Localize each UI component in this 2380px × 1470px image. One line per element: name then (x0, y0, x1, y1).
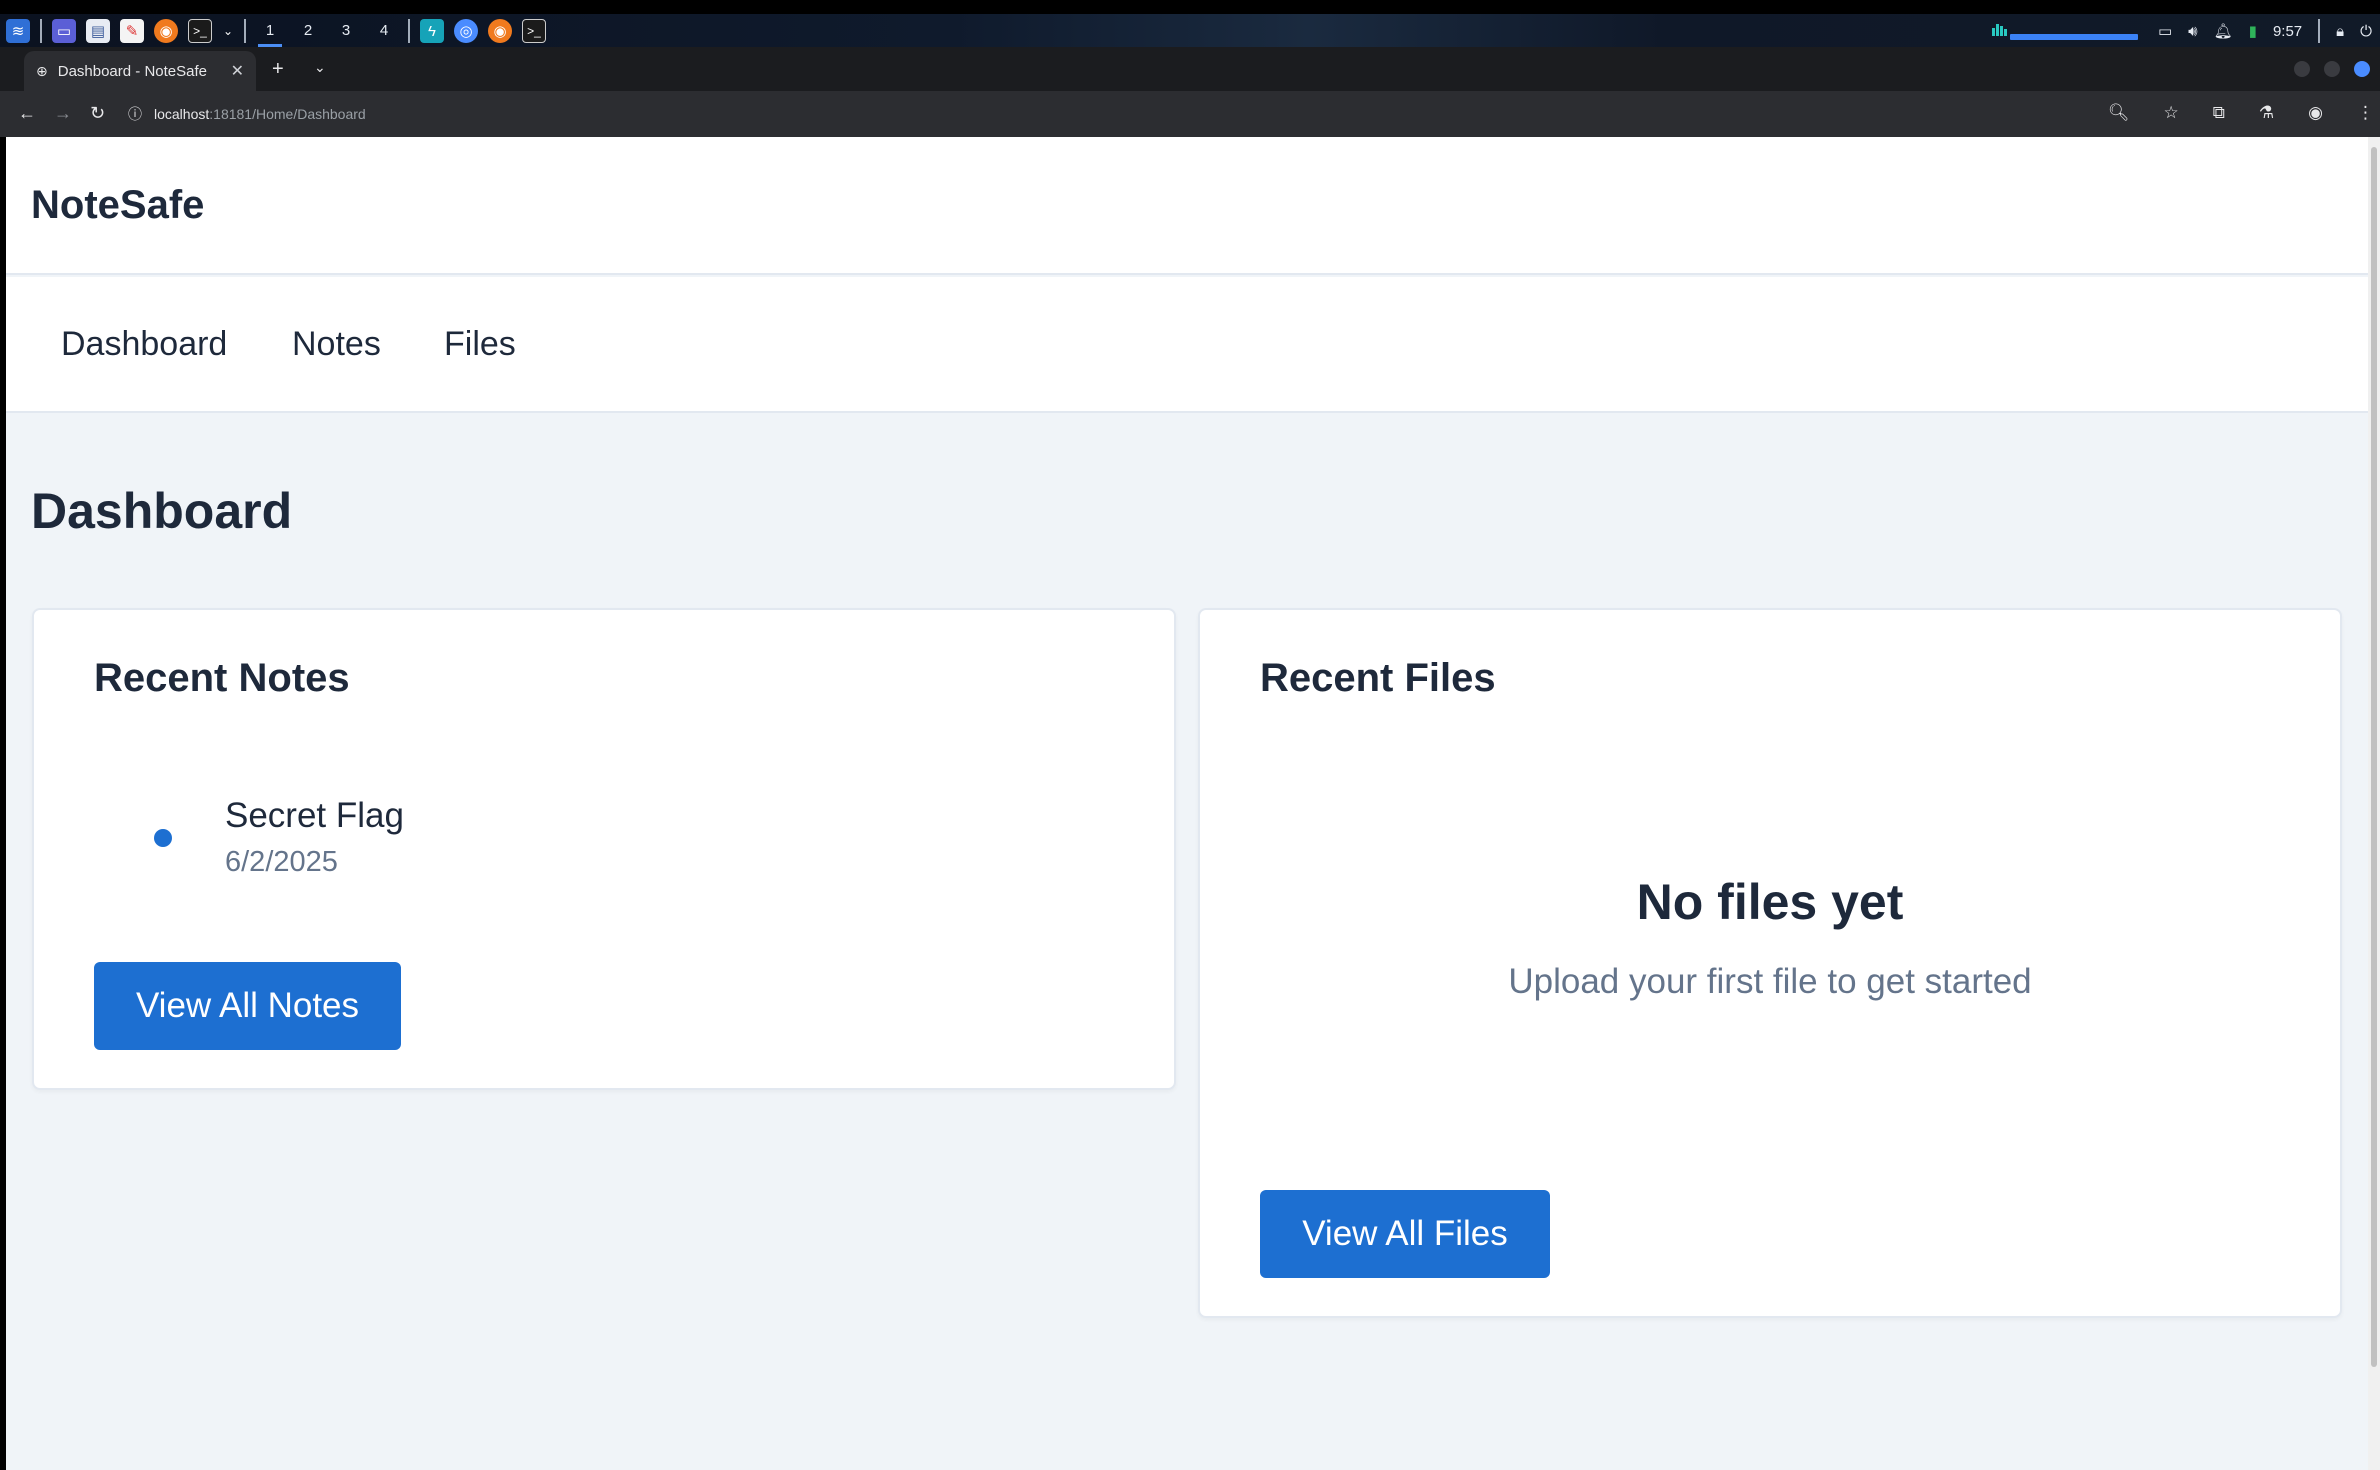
app-header: NoteSafe (6, 137, 2368, 275)
scrollbar-thumb[interactable] (2371, 147, 2377, 1367)
page-viewport: NoteSafe Dashboard Notes Files Dashboard… (6, 137, 2368, 1470)
empty-state-title: No files yet (1636, 874, 1904, 930)
site-info-icon[interactable]: ⓘ (128, 104, 142, 124)
forward-arrow-icon[interactable]: → (54, 103, 72, 123)
text-editor-icon[interactable]: ✎ (120, 19, 144, 43)
lock-icon[interactable]: 🔒︎ (2336, 23, 2344, 40)
brand-logo[interactable]: NoteSafe (31, 183, 204, 228)
chevron-down-icon[interactable]: ⌄ (222, 19, 234, 43)
window-controls (2294, 61, 2370, 77)
star-icon[interactable]: ☆ (2164, 103, 2179, 123)
url-host: localhost (154, 106, 210, 122)
terminal-icon[interactable]: >_ (188, 19, 212, 43)
recent-notes-card: Recent Notes Secret Flag 6/2/2025 View A… (32, 608, 1176, 1090)
bolt-app-icon[interactable]: ϟ (420, 19, 444, 43)
recent-files-card: Recent Files No files yet Upload your fi… (1198, 608, 2342, 1318)
desktop-icon[interactable]: ▭ (52, 19, 76, 43)
system-tray: ▭ 🔊︎ 🔔︎ ▮ 9:57 🔒︎ ⏻ (1991, 18, 2372, 44)
list-item[interactable]: Secret Flag 6/2/2025 (154, 796, 654, 886)
workspace-3[interactable]: 3 (332, 18, 360, 44)
url-path: :18181/Home/Dashboard (209, 106, 366, 122)
taskbar-separator (408, 19, 410, 43)
power-icon[interactable]: ⏻ (2360, 23, 2372, 40)
workspace-2[interactable]: 2 (294, 18, 322, 44)
clock[interactable]: 9:57 (2273, 23, 2302, 40)
main-nav: Dashboard Notes Files (6, 277, 2368, 413)
taskbar-separator (40, 19, 42, 43)
recent-notes-title: Recent Notes (94, 656, 350, 700)
screen-icon[interactable]: ▭ (2158, 22, 2172, 40)
empty-state-subtitle: Upload your first file to get started (1508, 962, 2032, 1001)
page-scrollbar[interactable] (2368, 137, 2380, 1470)
app-menu-icon[interactable]: ≋ (6, 19, 30, 43)
taskbar-launchers: ≋ ▭ ▤ ✎ ◉ >_ ⌄ 1 2 3 4 ϟ ◎ ◉ >_ (6, 18, 546, 47)
browser-tab[interactable]: ⊕ Dashboard - NoteSafe ✕ (24, 51, 256, 91)
address-bar[interactable]: ⓘ localhost:18181/Home/Dashboard (128, 98, 2088, 130)
globe-icon: ⊕ (36, 62, 48, 79)
minimize-button[interactable] (2294, 61, 2310, 77)
workspace-4[interactable]: 4 (370, 18, 398, 44)
taskbar-separator (244, 19, 246, 43)
menu-kebab-icon[interactable]: ⋮ (2357, 103, 2374, 123)
recent-files-title: Recent Files (1260, 656, 1496, 700)
close-icon[interactable]: ✕ (231, 61, 244, 81)
zoom-icon[interactable]: 🔍︎ (2108, 103, 2130, 123)
toolbar-actions: 🔍︎ ☆ ⧉ ⚗︎ ◉ ⋮ (2108, 103, 2374, 123)
chrome-icon[interactable]: ◎ (454, 19, 478, 43)
bullet-icon (154, 829, 172, 847)
maximize-button[interactable] (2324, 61, 2340, 77)
note-title[interactable]: Secret Flag (225, 796, 404, 836)
browser-toolbar: ← → ↻ ⓘ localhost:18181/Home/Dashboard 🔍… (0, 91, 2380, 137)
network-meter (1991, 22, 2142, 40)
terminal-icon[interactable]: >_ (522, 19, 546, 43)
back-arrow-icon[interactable]: ← (18, 103, 36, 123)
new-tab-button[interactable]: + (272, 59, 284, 79)
chevron-down-icon[interactable]: ⌄ (314, 59, 326, 76)
tab-title: Dashboard - NoteSafe (57, 62, 207, 80)
window-close-button[interactable] (2354, 61, 2370, 77)
browser-tabstrip: ⊕ Dashboard - NoteSafe ✕ + ⌄ (0, 47, 2380, 91)
nav-files[interactable]: Files (444, 325, 516, 364)
os-taskbar: ≋ ▭ ▤ ✎ ◉ >_ ⌄ 1 2 3 4 ϟ ◎ ◉ >_ ▭ 🔊︎ 🔔︎ … (0, 0, 2380, 47)
labs-flask-icon[interactable]: ⚗︎ (2259, 103, 2274, 123)
nav-notes[interactable]: Notes (292, 325, 381, 364)
reload-icon[interactable]: ↻ (90, 103, 105, 123)
file-manager-icon[interactable]: ▤ (86, 19, 110, 43)
workspace-1[interactable]: 1 (256, 18, 284, 47)
view-all-notes-button[interactable]: View All Notes (94, 962, 401, 1050)
nav-dashboard[interactable]: Dashboard (61, 325, 227, 364)
firefox-icon[interactable]: ◉ (488, 19, 512, 43)
page-title: Dashboard (31, 483, 293, 539)
profile-icon[interactable]: ◉ (2308, 103, 2323, 123)
volume-icon[interactable]: 🔊︎ (2188, 23, 2197, 40)
taskbar-separator (2318, 19, 2321, 43)
firefox-icon[interactable]: ◉ (154, 19, 178, 43)
bell-icon[interactable]: 🔔︎ (2214, 22, 2233, 40)
extensions-icon[interactable]: ⧉ (2213, 103, 2225, 123)
view-all-files-button[interactable]: View All Files (1260, 1190, 1550, 1278)
note-date: 6/2/2025 (225, 846, 338, 878)
battery-icon[interactable]: ▮ (2249, 22, 2257, 40)
